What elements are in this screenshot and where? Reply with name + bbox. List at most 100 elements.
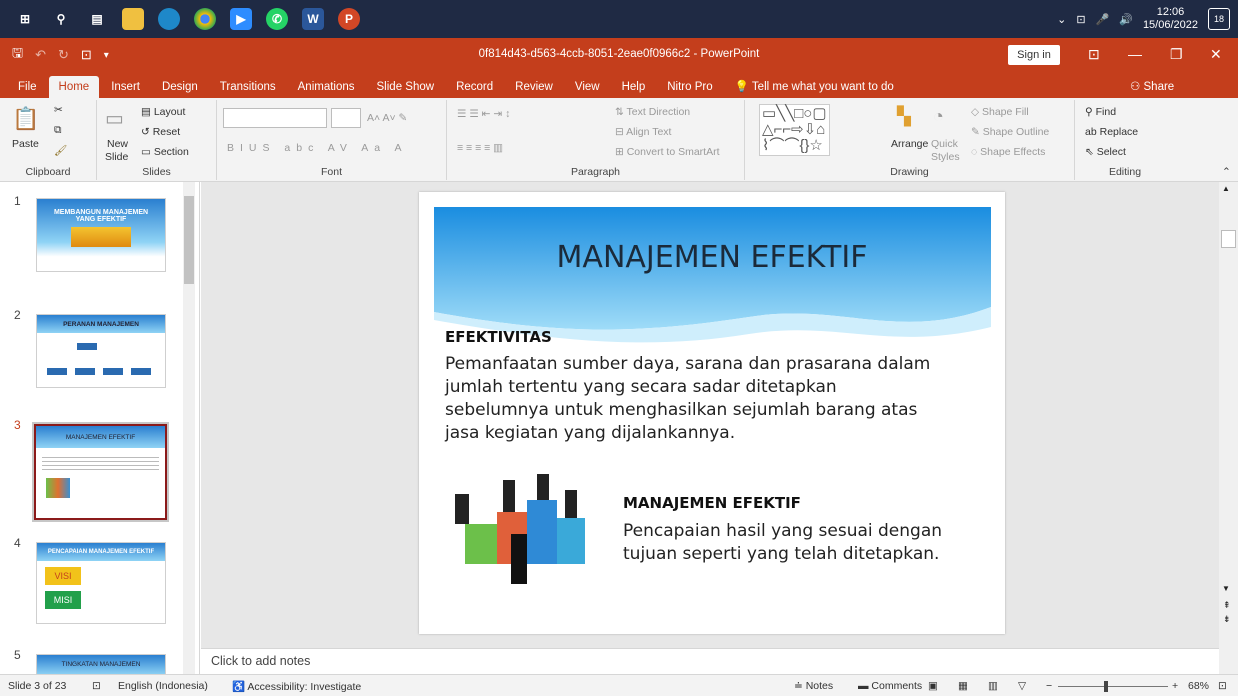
share-button[interactable]: ⚇ Share	[1120, 76, 1184, 98]
font-size-combo[interactable]	[331, 108, 361, 128]
align-buttons[interactable]: ≡ ≡ ≡ ≡ ▥	[457, 142, 503, 154]
tab-transitions[interactable]: Transitions	[210, 76, 286, 98]
save-icon[interactable]: 🖫	[12, 44, 23, 66]
undo-icon[interactable]: ↶	[35, 47, 46, 63]
zoom-slider[interactable]	[1058, 681, 1168, 692]
tab-insert[interactable]: Insert	[101, 76, 150, 98]
format-painter-icon[interactable]: 🖌	[54, 144, 67, 157]
shape-outline-button[interactable]: ✎ Shape Outline	[971, 126, 1049, 138]
notes-button[interactable]: ≐ Notes	[794, 680, 833, 692]
scrollbar-thumb[interactable]	[1221, 230, 1236, 248]
cut-icon[interactable]: ✂	[54, 104, 63, 116]
spellcheck-icon[interactable]: ⊡	[92, 680, 101, 692]
arrange-label[interactable]: Arrange	[891, 138, 928, 150]
zoom-in-icon[interactable]: +	[1172, 680, 1178, 692]
slide-body-1[interactable]: Pemanfaatan sumber daya, sarana dan pras…	[445, 353, 930, 445]
chevron-up-icon[interactable]: ⌄	[1057, 13, 1066, 26]
tab-home[interactable]: Home	[48, 76, 100, 98]
next-slide-icon[interactable]: ⇟	[1223, 614, 1231, 625]
font-name-combo[interactable]	[223, 108, 327, 128]
close-icon[interactable]: ✕	[1210, 46, 1222, 63]
paste-icon[interactable]: 📋	[12, 106, 39, 132]
paste-label[interactable]: Paste	[12, 138, 39, 150]
tab-view[interactable]: View	[565, 76, 610, 98]
minimize-icon[interactable]: —	[1128, 46, 1142, 62]
shape-fill-button[interactable]: ◇ Shape Fill	[971, 106, 1029, 118]
network-icon[interactable]: ⊡	[1076, 13, 1085, 26]
replace-button[interactable]: ab Replace	[1085, 126, 1138, 138]
tab-record[interactable]: Record	[446, 76, 503, 98]
slide-thumbnail-5[interactable]: TINGKATAN MANAJEMEN	[36, 654, 166, 674]
shape-effects-button[interactable]: ◌ Shape Effects	[971, 146, 1045, 158]
tab-slide-show[interactable]: Slide Show	[367, 76, 445, 98]
windows-start-icon[interactable]: ⊞	[14, 8, 36, 30]
customize-qat-icon[interactable]: ▾	[104, 50, 109, 61]
slide-heading-manajemen-efektif[interactable]: MANAJEMEN EFEKTIF	[623, 494, 801, 512]
slideshow-view-icon[interactable]: ▽	[1018, 680, 1026, 692]
collapse-ribbon-icon[interactable]: ⌃	[1222, 166, 1231, 178]
file-explorer-icon[interactable]	[122, 8, 144, 30]
scroll-down-icon[interactable]: ▼	[1222, 584, 1230, 593]
quick-styles-label[interactable]: Quick	[931, 138, 958, 150]
new-slide-label[interactable]: New	[107, 138, 128, 150]
quick-styles-icon[interactable]: ◔	[933, 106, 944, 127]
reading-view-icon[interactable]: ▥	[988, 680, 998, 692]
editor-scrollbar[interactable]: ▲ ▼ ⇞ ⇟	[1219, 182, 1238, 674]
section-button[interactable]: ▭ Section	[141, 146, 189, 158]
previous-slide-icon[interactable]: ⇞	[1223, 600, 1231, 611]
task-view-icon[interactable]: ▤	[86, 8, 108, 30]
ribbon-display-icon[interactable]: ⊡	[1088, 46, 1100, 63]
tab-file[interactable]: File	[8, 76, 47, 98]
tab-review[interactable]: Review	[505, 76, 563, 98]
search-icon[interactable]: ⚲	[50, 8, 72, 30]
shapes-gallery[interactable]: ▭╲╲□○▢ △⌐⌐⇨⇩⌂ ⌇⌒⌒{}☆	[759, 104, 830, 156]
notifications-icon[interactable]: 18	[1208, 8, 1230, 30]
layout-button[interactable]: ▤ Layout	[141, 106, 185, 118]
slide-sorter-icon[interactable]: ▦	[958, 680, 968, 692]
slide-thumbnail-4[interactable]: PENCAPAIAN MANAJEMEN EFEKTIF VISI MISI	[36, 542, 166, 624]
tab-nitro-pro[interactable]: Nitro Pro	[657, 76, 722, 98]
redo-icon[interactable]: ↻	[58, 47, 69, 63]
reset-button[interactable]: ↺ Reset	[141, 126, 180, 138]
zoom-slider-thumb[interactable]	[1104, 681, 1108, 692]
restore-icon[interactable]: ❐	[1170, 46, 1183, 63]
list-buttons[interactable]: ☰ ☰ ⇤ ⇥ ↕	[457, 108, 510, 120]
tab-design[interactable]: Design	[152, 76, 208, 98]
normal-view-icon[interactable]: ▣	[928, 680, 938, 692]
slide-body-2[interactable]: Pencapaian hasil yang sesuai dengan tuju…	[623, 520, 942, 566]
select-button[interactable]: ⇖ Select	[1085, 146, 1126, 158]
accessibility-button[interactable]: ♿ Accessibility: Investigate	[232, 680, 361, 693]
tell-me-box[interactable]: 💡 Tell me what you want to do	[725, 76, 904, 98]
scrollbar-thumb[interactable]	[184, 196, 194, 284]
volume-icon[interactable]: 🔊	[1119, 13, 1133, 26]
find-button[interactable]: ⚲ Find	[1085, 106, 1116, 118]
thumbnail-scrollbar[interactable]	[183, 182, 195, 674]
arrange-icon[interactable]: ▚	[897, 106, 911, 127]
zoom-icon[interactable]: ▶	[230, 8, 252, 30]
microphone-icon[interactable]: 🎤	[1096, 13, 1110, 26]
whatsapp-icon[interactable]: ✆	[266, 8, 288, 30]
slide-title[interactable]: MANAJEMEN EFEKTIF	[419, 240, 1005, 275]
present-icon[interactable]: ⊡	[81, 47, 92, 63]
powerpoint-icon[interactable]: P	[338, 8, 360, 30]
new-slide-icon[interactable]: ▭	[105, 106, 124, 131]
comments-button[interactable]: ▬ Comments	[858, 680, 922, 692]
tab-animations[interactable]: Animations	[288, 76, 365, 98]
clock[interactable]: 12:06 15/06/2022	[1143, 6, 1198, 32]
quick-styles-label-2[interactable]: Styles	[931, 151, 960, 163]
zoom-out-icon[interactable]: −	[1046, 680, 1052, 692]
align-text-button[interactable]: ⊟ Align Text	[615, 126, 671, 138]
scroll-up-icon[interactable]: ▲	[1222, 184, 1230, 193]
notes-pane[interactable]: Click to add notes	[201, 648, 1219, 674]
slide-heading-efektivitas[interactable]: EFEKTIVITAS	[445, 328, 552, 346]
slide-thumbnail-1[interactable]: MEMBANGUN MANAJEMEN YANG EFEKTIF	[36, 198, 166, 272]
fit-slide-icon[interactable]: ⊡	[1218, 680, 1227, 692]
slide-thumbnail-2[interactable]: PERANAN MANAJEMEN	[36, 314, 166, 388]
new-slide-label-2[interactable]: Slide	[105, 151, 128, 163]
font-format-buttons[interactable]: BIUS abc AV Aa A	[227, 142, 407, 154]
language-indicator[interactable]: English (Indonesia)	[118, 680, 208, 692]
slide-thumbnail-3[interactable]: MANAJEMEN EFEKTIF	[32, 422, 169, 522]
copy-icon[interactable]: ⧉	[54, 124, 62, 137]
zoom-level[interactable]: 68%	[1188, 680, 1209, 692]
tab-help[interactable]: Help	[612, 76, 656, 98]
